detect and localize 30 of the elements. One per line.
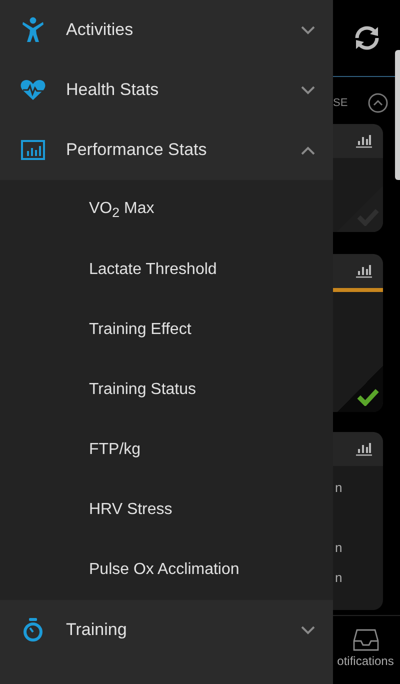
- person-icon: [22, 17, 44, 43]
- scrollbar[interactable]: [395, 50, 400, 180]
- submenu-item[interactable]: Training Effect: [89, 321, 192, 339]
- chevron-down-icon: [301, 26, 315, 34]
- menu-item[interactable]: Health Stats: [0, 60, 333, 120]
- card-text: n: [335, 480, 344, 497]
- card-text: n: [335, 540, 344, 557]
- chevron-up-icon: [301, 146, 315, 154]
- submenu-item[interactable]: Pulse Ox Acclimation: [89, 561, 240, 579]
- collapse-label: SE: [333, 97, 348, 109]
- submenu-item[interactable]: VO$_{2}$ Max: [89, 200, 154, 220]
- bar-chart-icon[interactable]: [356, 442, 372, 456]
- submenu-item[interactable]: Lactate Threshold: [89, 261, 217, 279]
- card-text: n: [335, 570, 344, 587]
- submenu-item[interactable]: HRV Stress: [89, 501, 172, 519]
- heart-icon: [20, 79, 46, 101]
- inbox-icon[interactable]: [352, 628, 378, 650]
- chevron-down-icon: [301, 86, 315, 94]
- menu-item[interactable]: Performance Stats: [0, 120, 333, 180]
- nav-label[interactable]: otifications: [337, 654, 394, 668]
- menu-item[interactable]: Activities: [0, 0, 333, 60]
- menu-item[interactable]: Training: [0, 600, 333, 660]
- bar-chart-icon[interactable]: [356, 134, 372, 148]
- chevron-down-icon: [301, 626, 315, 634]
- bar-chart-icon[interactable]: [356, 264, 372, 278]
- chart-icon: [21, 140, 45, 160]
- stopwatch-icon: [23, 618, 43, 642]
- submenu-item[interactable]: Training Status: [89, 381, 196, 399]
- submenu-item[interactable]: FTP/kg: [89, 441, 141, 459]
- collapse-icon[interactable]: [368, 93, 388, 113]
